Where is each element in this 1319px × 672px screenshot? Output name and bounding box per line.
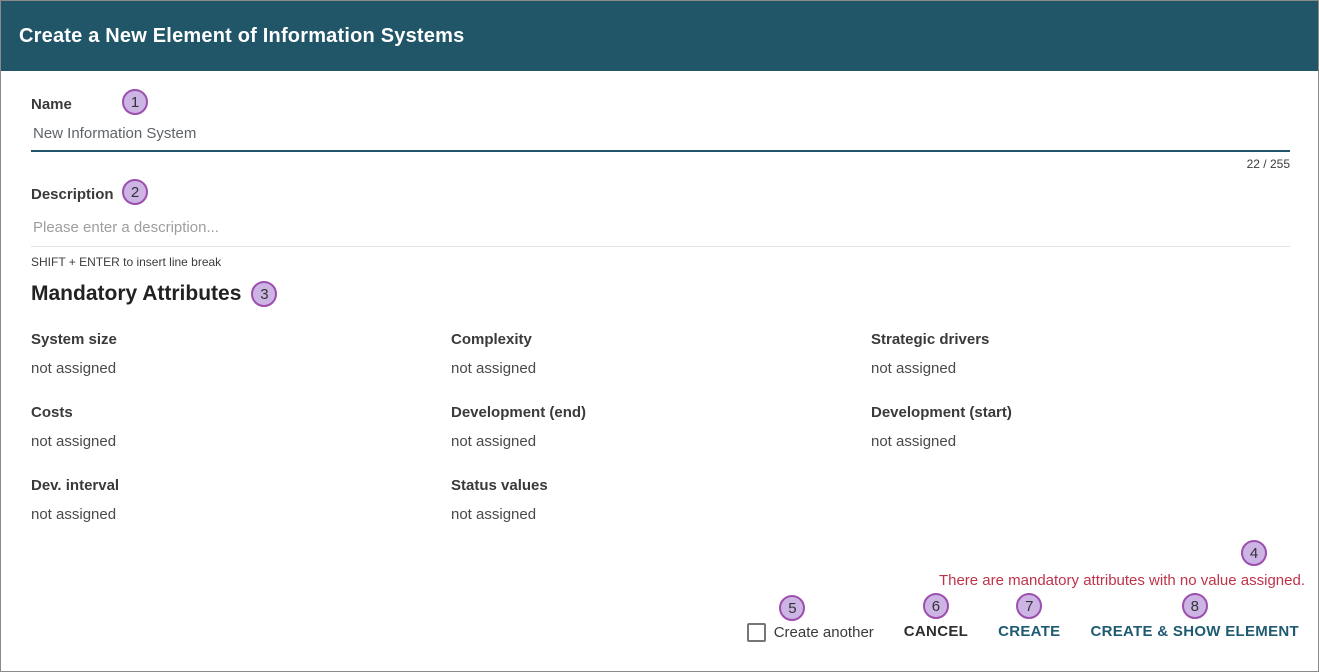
dialog-footer: 4 There are mandatory attributes with no… [31, 523, 1290, 642]
validation-error-row: 4 There are mandatory attributes with no… [31, 523, 1305, 589]
attribute-costs: Costs not assigned [31, 404, 451, 450]
name-input[interactable] [31, 125, 1290, 152]
attribute-value: not assigned [31, 360, 451, 377]
create-another-checkbox[interactable] [747, 623, 766, 642]
attribute-complexity: Complexity not assigned [451, 331, 871, 377]
cancel-button[interactable]: CANCEL [904, 621, 968, 642]
create-group: 7 CREATE [998, 593, 1060, 642]
attribute-label: Costs [31, 404, 451, 421]
description-label: Description [31, 186, 114, 203]
attribute-label: Status values [451, 477, 871, 494]
create-another-label: Create another [774, 624, 874, 641]
attribute-development-end: Development (end) not assigned [451, 404, 871, 450]
step-badge-5: 5 [779, 595, 805, 621]
create-button[interactable]: CREATE [998, 621, 1060, 642]
attribute-value: not assigned [31, 506, 451, 523]
mandatory-attributes-grid: System size not assigned Complexity not … [31, 331, 1290, 523]
validation-error-message: There are mandatory attributes with no v… [31, 572, 1305, 589]
attribute-value: not assigned [31, 433, 451, 450]
attribute-value: not assigned [451, 506, 871, 523]
attribute-status-values: Status values not assigned [451, 477, 871, 523]
step-badge-8: 8 [1182, 593, 1208, 619]
name-char-counter: 22 / 255 [31, 157, 1290, 171]
name-label-row: Name 1 [31, 91, 1290, 117]
description-hint: SHIFT + ENTER to insert line break [31, 255, 1290, 269]
attribute-label: Development (end) [451, 404, 871, 421]
description-label-row: Description 2 [31, 181, 1290, 207]
mandatory-attributes-heading-row: Mandatory Attributes 3 [31, 281, 1290, 307]
attribute-system-size: System size not assigned [31, 331, 451, 377]
step-badge-2: 2 [122, 179, 148, 205]
attribute-label: Strategic drivers [871, 331, 1290, 348]
name-label: Name [31, 96, 72, 113]
attribute-label: System size [31, 331, 451, 348]
step-badge-6: 6 [923, 593, 949, 619]
attribute-value: not assigned [871, 433, 1290, 450]
mandatory-attributes-heading: Mandatory Attributes [31, 282, 241, 306]
step-badge-4: 4 [1241, 540, 1267, 566]
attribute-label: Dev. interval [31, 477, 451, 494]
dialog-title: Create a New Element of Information Syst… [19, 25, 464, 48]
dialog-header: Create a New Element of Information Syst… [1, 1, 1318, 71]
create-show-group: 8 CREATE & SHOW ELEMENT [1090, 593, 1299, 642]
attribute-label: Development (start) [871, 404, 1290, 421]
attribute-value: not assigned [871, 360, 1290, 377]
attribute-value: not assigned [451, 433, 871, 450]
create-another-group: 5 Create another [747, 595, 874, 642]
step-badge-1: 1 [122, 89, 148, 115]
attribute-dev-interval: Dev. interval not assigned [31, 477, 451, 523]
attribute-strategic-drivers: Strategic drivers not assigned [871, 331, 1290, 377]
step-badge-7: 7 [1016, 593, 1042, 619]
create-element-dialog: { "dialog": { "title": "Create a New Ele… [0, 0, 1319, 672]
action-bar: 5 Create another 6 CANCEL 7 CREATE 8 CRE… [31, 593, 1299, 642]
step-badge-3: 3 [251, 281, 277, 307]
dialog-body: Name 1 22 / 255 Description 2 SHIFT + EN… [1, 91, 1318, 642]
cancel-group: 6 CANCEL [904, 593, 968, 642]
attribute-value: not assigned [451, 360, 871, 377]
create-show-element-button[interactable]: CREATE & SHOW ELEMENT [1090, 621, 1299, 642]
description-input[interactable] [31, 213, 1290, 247]
attribute-label: Complexity [451, 331, 871, 348]
attribute-development-start: Development (start) not assigned [871, 404, 1290, 450]
